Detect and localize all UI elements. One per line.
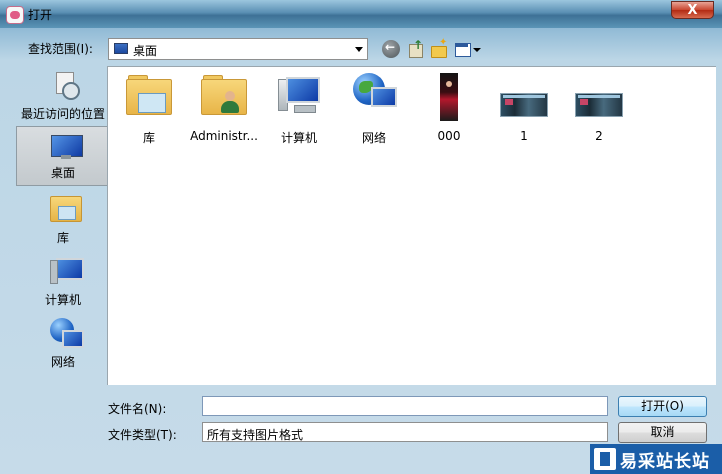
file-item[interactable]: 1 xyxy=(487,73,561,143)
file-type-label: 文件类型(T): xyxy=(108,428,177,442)
file-name: 网络 xyxy=(361,131,386,145)
file-item[interactable]: Administr... xyxy=(187,73,261,143)
file-name: 库 xyxy=(142,131,155,145)
file-item[interactable]: 网络 xyxy=(337,73,411,145)
file-name: Administr... xyxy=(190,129,258,143)
open-button[interactable]: 打开(O) xyxy=(618,396,707,417)
screenshot-thumbnail-icon xyxy=(575,93,623,117)
desktop-icon xyxy=(51,131,83,159)
look-in-label: 查找范围(I): xyxy=(28,42,93,56)
place-label: 计算机 xyxy=(44,293,81,307)
desktop-icon xyxy=(114,43,128,54)
cancel-button[interactable]: 取消 xyxy=(618,422,707,443)
chevron-down-icon[interactable] xyxy=(355,47,363,52)
places-bar: 最近访问的位置 桌面 库 计算机 网络 xyxy=(8,66,110,388)
place-computer[interactable]: 计算机 xyxy=(16,252,110,312)
place-network[interactable]: 网络 xyxy=(16,314,110,374)
file-item[interactable]: 计算机 xyxy=(262,73,336,145)
file-item[interactable]: 2 xyxy=(562,73,636,143)
place-label: 库 xyxy=(56,231,69,245)
file-list: 库 Administr... 计算机 网络 000 1 2 xyxy=(107,66,716,385)
user-folder-icon xyxy=(201,73,247,115)
network-icon xyxy=(50,318,84,348)
up-folder-icon[interactable] xyxy=(406,38,424,58)
recent-places-icon xyxy=(50,70,80,100)
file-name: 计算机 xyxy=(280,131,317,145)
screenshot-thumbnail-icon xyxy=(500,93,548,117)
app-icon xyxy=(6,6,24,24)
place-desktop[interactable]: 桌面 xyxy=(16,126,110,186)
look-in-dropdown[interactable]: 桌面 xyxy=(108,38,368,60)
file-item[interactable]: 000 xyxy=(412,73,486,143)
close-button[interactable]: X xyxy=(671,1,714,19)
watermark: 易采站长站 xyxy=(590,444,722,474)
library-folder-icon xyxy=(126,73,172,115)
photo-thumbnail-icon xyxy=(440,73,458,121)
open-dialog: 打开 X 查找范围(I): 桌面 最近访问的位置 桌面 库 计算机 网络 xyxy=(0,0,722,474)
library-folder-icon xyxy=(50,194,82,222)
place-label: 网络 xyxy=(50,355,75,369)
computer-icon xyxy=(276,73,322,115)
file-name: 000 xyxy=(437,129,461,143)
look-in-value: 桌面 xyxy=(133,44,158,58)
new-folder-icon[interactable] xyxy=(430,37,448,58)
watermark-logo-icon xyxy=(594,448,616,470)
window-title: 打开 xyxy=(28,8,53,22)
file-type-value: 所有支持图片格式 xyxy=(207,428,304,442)
file-name: 1 xyxy=(520,129,528,143)
place-label: 最近访问的位置 xyxy=(20,107,105,121)
file-name-label: 文件名(N): xyxy=(108,402,167,416)
back-icon[interactable] xyxy=(382,40,400,58)
watermark-text: 易采站长站 xyxy=(620,452,710,472)
computer-icon xyxy=(50,256,84,284)
file-name: 2 xyxy=(595,129,603,143)
network-icon xyxy=(351,73,397,115)
view-menu-icon[interactable] xyxy=(454,40,481,58)
place-label: 桌面 xyxy=(50,166,75,180)
file-name-input[interactable] xyxy=(202,396,608,416)
file-item[interactable]: 库 xyxy=(112,73,186,145)
place-library[interactable]: 库 xyxy=(16,190,110,250)
place-recent[interactable]: 最近访问的位置 xyxy=(16,66,110,126)
file-type-select[interactable]: 所有支持图片格式 xyxy=(202,422,608,442)
title-bar: 打开 X xyxy=(0,0,722,28)
